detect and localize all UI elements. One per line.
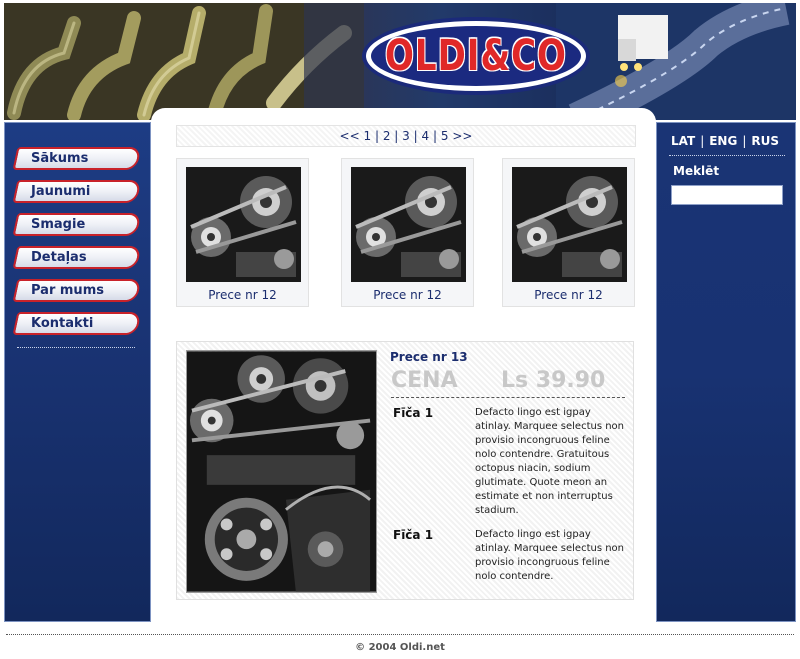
product-thumb[interactable]: Prece nr 12 <box>502 158 635 307</box>
pager-prev[interactable]: << <box>340 129 360 143</box>
engine-thumb-image[interactable] <box>351 167 466 282</box>
price-value: Ls 39.90 <box>501 368 606 393</box>
thumb-caption[interactable]: Prece nr 12 <box>177 288 308 302</box>
footer-divider <box>6 634 794 635</box>
site-logo[interactable]: OLDI&CO <box>362 17 590 95</box>
thumb-caption[interactable]: Prece nr 12 <box>503 288 634 302</box>
nav-item-label: Jaunumi <box>31 184 91 199</box>
nav-item-label: Kontakti <box>31 316 94 331</box>
pagination: << 1 | 2 | 3 | 4 | 5 >> <box>176 125 636 147</box>
pager-page-1[interactable]: 1 <box>363 129 371 143</box>
right-divider <box>669 155 785 156</box>
lang-eng-link[interactable]: ENG <box>709 134 737 148</box>
engine-thumb-image[interactable] <box>186 167 301 282</box>
lang-rus-link[interactable]: RUS <box>751 134 779 148</box>
engine-detail-image[interactable] <box>186 350 377 593</box>
pager-page-4[interactable]: 4 <box>422 129 430 143</box>
engine-thumb-image[interactable] <box>512 167 627 282</box>
language-switcher: LAT | ENG | RUS <box>671 134 780 148</box>
header-banner: OLDI&CO <box>4 3 796 120</box>
pager-page-2[interactable]: 2 <box>383 129 391 143</box>
search-label: Meklēt <box>673 164 720 178</box>
nav-item-par-mums[interactable]: Par mums <box>12 279 142 302</box>
nav-item-smagie[interactable]: Smagie <box>12 213 142 236</box>
pager-next[interactable]: >> <box>452 129 472 143</box>
search-input[interactable] <box>671 185 783 205</box>
left-sidebar: Sākums Jaunumi Smagie Detaļas Par mums K… <box>4 122 151 622</box>
nav-item-detalas[interactable]: Detaļas <box>12 246 142 269</box>
thumb-caption[interactable]: Prece nr 12 <box>342 288 473 302</box>
feature-description: Defacto lingo est igpay atinlay. Marquee… <box>475 529 625 582</box>
nav-item-label: Detaļas <box>31 250 87 265</box>
price-divider <box>391 397 625 398</box>
product-thumb[interactable]: Prece nr 12 <box>341 158 474 307</box>
main-content: << 1 | 2 | 3 | 4 | 5 >> Prece nr 12 Prec… <box>151 108 656 622</box>
feature-name: Fīča 1 <box>393 406 434 420</box>
nav-item-sakums[interactable]: Sākums <box>12 147 142 170</box>
engine-pipes-image <box>4 3 364 120</box>
price-label: CENA <box>391 368 458 393</box>
nav-item-label: Par mums <box>31 283 104 298</box>
nav-item-label: Sākums <box>31 151 89 166</box>
nav-item-kontakti[interactable]: Kontakti <box>12 312 142 335</box>
product-thumb[interactable]: Prece nr 12 <box>176 158 309 307</box>
feature-name: Fīča 1 <box>393 528 434 542</box>
right-sidebar: LAT | ENG | RUS Meklēt <box>656 122 796 622</box>
feature-description: Defacto lingo est igpay atinlay. Marquee… <box>475 407 625 516</box>
product-detail: Prece nr 13 CENA Ls 39.90 Fīča 1 Defacto… <box>176 341 634 600</box>
copyright-text: © 2004 Oldi.net <box>355 642 445 653</box>
lang-lat-link[interactable]: LAT <box>671 134 695 148</box>
pager-page-5[interactable]: 5 <box>441 129 449 143</box>
nav-item-label: Smagie <box>31 217 86 232</box>
logo-text: OLDI&CO <box>385 31 567 81</box>
nav-item-jaunumi[interactable]: Jaunumi <box>12 180 142 203</box>
pager-page-3[interactable]: 3 <box>402 129 410 143</box>
product-title: Prece nr 13 <box>390 350 468 364</box>
truck-road-image <box>556 3 796 120</box>
nav-divider <box>17 347 135 348</box>
